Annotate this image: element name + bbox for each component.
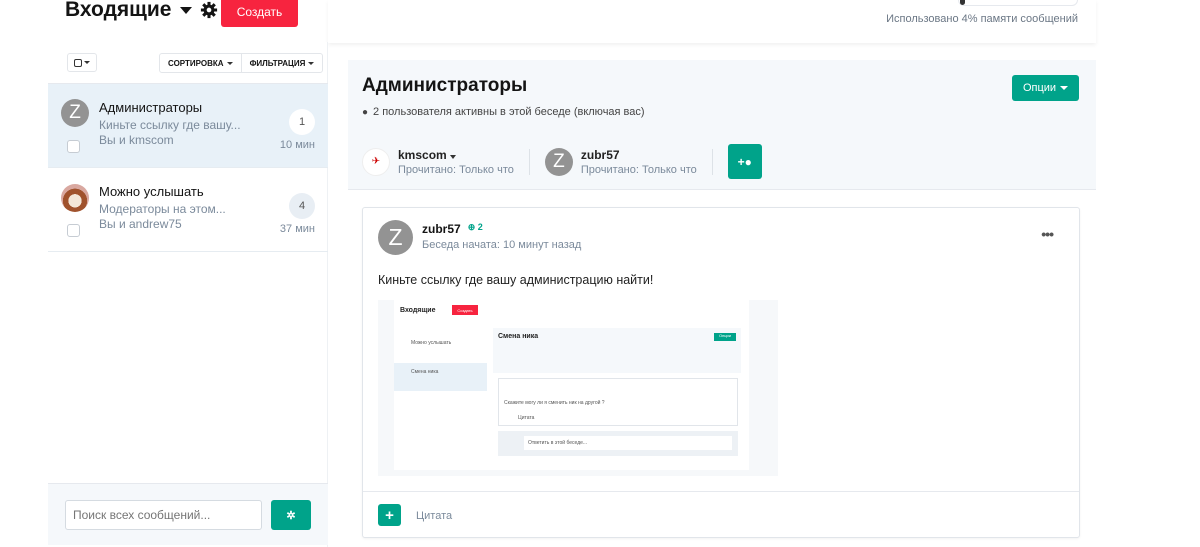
conversation-item[interactable]: Z Администраторы Киньте ссылку где вашу.… [48, 84, 328, 168]
participant-read: Прочитано: Только что [398, 163, 514, 176]
select-all-dropdown[interactable] [67, 53, 97, 72]
conversation-time: 10 мин [279, 139, 315, 151]
message-author-line: zubr57 ⊕ 2 [422, 222, 483, 236]
screenshot-options: Опции [714, 333, 736, 341]
conversation-title: Администраторы [99, 100, 203, 115]
reputation-count: 2 [477, 222, 483, 232]
conversation-participants: Вы и kmscom [99, 133, 174, 147]
divider [711, 148, 713, 175]
conversation-preview: Киньте ссылку где вашу... [99, 118, 241, 132]
conversation-checkbox[interactable] [67, 140, 80, 153]
divider [528, 148, 530, 175]
conversation-item[interactable]: Можно услышать Модераторы на этом... Вы … [48, 168, 328, 252]
add-user-icon: +● [737, 154, 752, 169]
filter-label: ФИЛЬТРАЦИЯ [249, 58, 306, 68]
participant[interactable]: ✈ kmscom Прочитано: Только что [362, 147, 514, 176]
screenshot-item: Можно услышать [411, 340, 452, 346]
message-card: Z zubr57 ⊕ 2 Беседа начата: 10 минут наза… [362, 207, 1080, 538]
avatar: ✈ [362, 147, 390, 176]
conversation-checkbox[interactable] [67, 224, 80, 237]
message-text: Киньте ссылку где вашу администрацию най… [378, 273, 654, 287]
participants-list: ✈ kmscom Прочитано: Только что Z zubr57 П… [362, 144, 762, 179]
quote-label[interactable]: Цитата [416, 510, 452, 522]
sort-button[interactable]: СОРТИРОВКА [160, 54, 241, 72]
conversation-time: 37 мин [279, 223, 315, 235]
caret-down-icon [226, 61, 233, 65]
message-author[interactable]: zubr57 [422, 222, 461, 236]
plus-icon: + [385, 506, 394, 524]
conversation-preview: Модераторы на этом... [99, 202, 226, 216]
participant-read: Прочитано: Только что [580, 163, 697, 176]
avatar: Z [61, 99, 89, 127]
caret-down-icon [450, 154, 457, 159]
invite-user-button[interactable]: +● [727, 144, 762, 179]
more-options-icon[interactable]: ••• [1041, 226, 1054, 242]
active-users-text: 2 пользователя активны в этой беседе (вк… [373, 106, 645, 118]
unread-badge: 4 [289, 193, 315, 219]
sort-label: СОРТИРОВКА [168, 58, 224, 68]
unread-badge: 1 [289, 109, 315, 135]
search-input[interactable] [65, 500, 262, 530]
screenshot-item: Смена ника [411, 369, 439, 375]
search-settings-button[interactable]: ✲ [271, 500, 311, 530]
screenshot-reply: Ответить в этой беседе... [524, 436, 732, 450]
screenshot-quote: Цитата [518, 415, 535, 421]
participant[interactable]: Z zubr57 Прочитано: Только что [544, 147, 697, 176]
avatar [61, 184, 89, 212]
screenshot-conv-title: Смена ника [498, 333, 539, 340]
caret-down-icon [84, 61, 90, 64]
filter-button[interactable]: ФИЛЬТРАЦИЯ [240, 54, 323, 72]
conversation-title: Можно услышать [99, 184, 204, 199]
inbox-title-text: Входящие [65, 0, 172, 21]
screenshot-title: Входящие [400, 307, 436, 314]
participant-name: kmscom [398, 147, 447, 162]
storage-usage-text: Использовано 4% памяти сообщений [886, 13, 1078, 25]
create-button[interactable]: Создать [221, 0, 298, 27]
caret-down-icon [179, 6, 192, 14]
participant-name: zubr57 [580, 147, 620, 162]
conversation-participants: Вы и andrew75 [99, 217, 182, 231]
options-label: Опции [1022, 82, 1057, 94]
caret-down-icon [308, 61, 315, 65]
message-started: Беседа начата: 10 минут назад [422, 239, 582, 251]
active-users: ● 2 пользователя активны в этой беседе (в… [362, 106, 645, 118]
checkbox-icon [74, 58, 82, 67]
caret-down-icon [1060, 86, 1069, 90]
sort-filter-group: СОРТИРОВКА ФИЛЬТРАЦИЯ [159, 53, 324, 73]
quote-button[interactable]: + [378, 504, 401, 526]
gear-icon[interactable] [200, 1, 218, 19]
avatar: Z [544, 147, 573, 176]
inbox-title[interactable]: Входящие [65, 0, 218, 22]
storage-usage-bar [958, 0, 1078, 6]
conversation-heading: Администраторы [362, 75, 528, 96]
storage-usage-fill [960, 0, 965, 5]
options-button[interactable]: Опции [1012, 75, 1079, 101]
embedded-screenshot[interactable]: Входящие Создать Можно услышать Смена ни… [378, 300, 778, 476]
screenshot-message: Скажите могу ли я сменить ник на другой … [504, 400, 605, 406]
gear-icon: ✲ [286, 509, 296, 522]
user-icon: ● [362, 106, 369, 118]
avatar: Z [378, 220, 413, 255]
screenshot-create: Создать [452, 305, 478, 315]
reputation-badge: ⊕ 2 [467, 222, 483, 232]
divider [363, 491, 1079, 492]
